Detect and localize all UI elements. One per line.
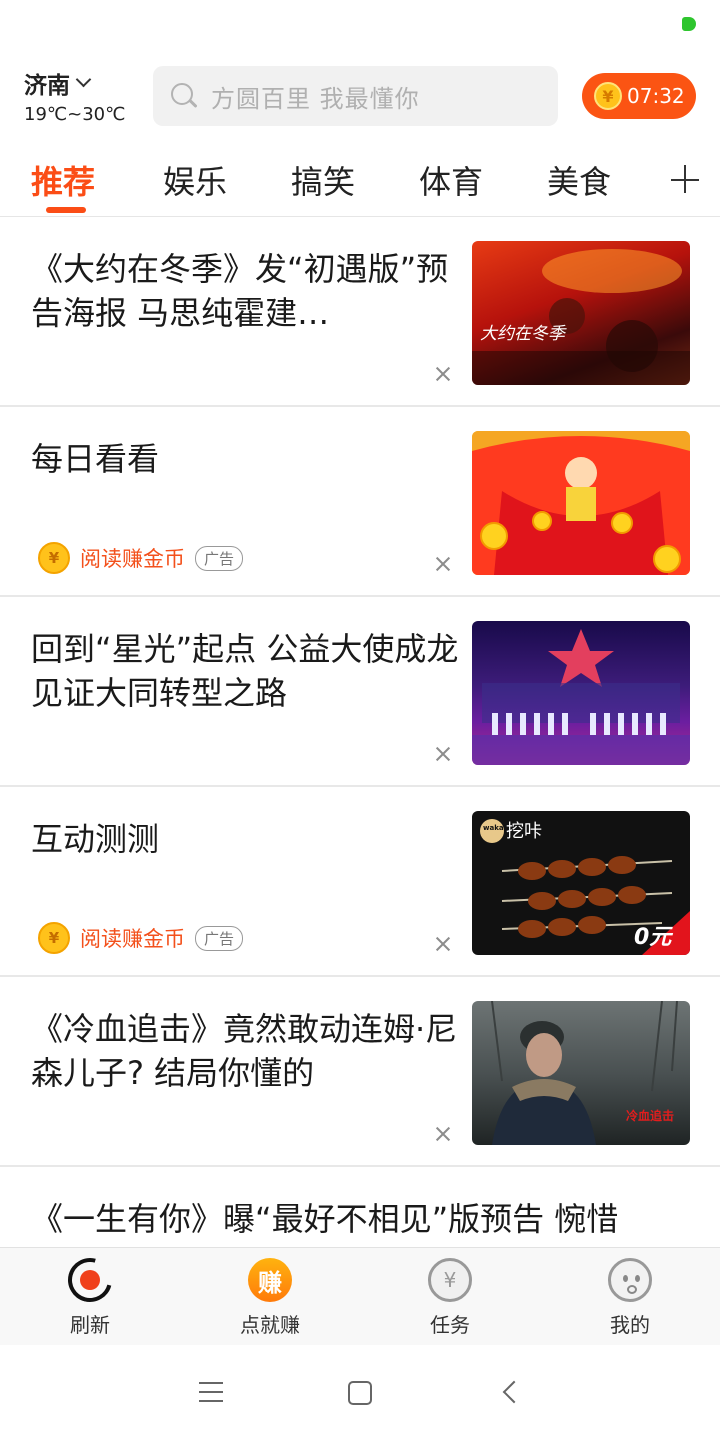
ad-title: 互动测测 [31, 820, 160, 858]
home-icon[interactable] [348, 1381, 372, 1405]
ad-reward-text: 阅读赚金币 [80, 547, 185, 571]
tab-sports[interactable]: 体育 [419, 157, 483, 203]
nav-me[interactable]: 我的 [540, 1248, 720, 1346]
tab-food[interactable]: 美食 [547, 157, 611, 203]
temperature: 19℃~30℃ [24, 104, 126, 125]
nav-label: 我的 [610, 1313, 650, 1337]
ad-badge: 广告 [195, 545, 244, 571]
chevron-down-icon [75, 71, 92, 87]
nav-refresh[interactable]: 刷新 [0, 1248, 180, 1346]
news-feed: 《大约在冬季》发“初遇版”预告海报 马思纯霍建… 大约在冬季 每日看看 ¥ 阅读… [0, 217, 720, 1247]
search-placeholder: 方圆百里 我最懂你 [211, 84, 420, 113]
menu-icon[interactable] [199, 1382, 223, 1402]
nav-earn[interactable]: 赚 点就赚 [180, 1248, 360, 1346]
profile-face-icon [607, 1257, 653, 1303]
list-item[interactable]: 《大约在冬季》发“初遇版”预告海报 马思纯霍建… 大约在冬季 [0, 217, 720, 407]
thumbnail-brand: 挖咔 [506, 821, 542, 842]
gold-coin-icon: ¥ [38, 542, 70, 574]
coin-timer-button[interactable]: ¥ 07:32 [582, 73, 696, 119]
thumbnail-caption: 冷血追击 [626, 1109, 675, 1123]
list-item[interactable]: 《冷血追击》竟然敢动连姆·尼森儿子? 结局你懂的 冷血追击 [0, 977, 720, 1167]
tab-entertainment[interactable]: 娱乐 [163, 157, 227, 203]
nav-label: 刷新 [70, 1313, 110, 1337]
active-tab-indicator [46, 207, 86, 213]
coin-icon: ¥ [594, 82, 622, 110]
dismiss-icon[interactable] [434, 365, 452, 383]
city-selector[interactable]: 济南 [24, 66, 92, 100]
search-input[interactable]: 方圆百里 我最懂你 [153, 66, 558, 126]
bottom-navigation: 刷新 赚 点就赚 ¥ 任务 我的 [0, 1247, 720, 1345]
thumbnail-image [472, 431, 690, 575]
coin-timer: 07:32 [627, 84, 685, 108]
nav-label: 任务 [430, 1313, 470, 1337]
thumbnail-logo: waka [483, 824, 504, 832]
thumbnail-price: 0元 [634, 925, 672, 950]
task-coin-icon: ¥ [427, 1257, 473, 1303]
news-title: 《一生有你》曝“最好不相见”版预告 惋惜 [31, 1200, 619, 1238]
dismiss-icon[interactable] [434, 935, 452, 953]
thumbnail-image [472, 621, 690, 765]
ad-badge: 广告 [195, 925, 244, 951]
thumbnail-image: waka 挖咔 0元 [472, 811, 690, 955]
tab-funny[interactable]: 搞笑 [291, 157, 355, 203]
news-title: 回到“星光”起点 公益大使成龙见证大同转型之路 [31, 630, 459, 712]
category-tabs: 推荐 娱乐 搞笑 体育 美食 [0, 145, 720, 217]
thumbnail-image: 冷血追击 [472, 1001, 690, 1145]
city-name: 济南 [24, 73, 70, 99]
thumbnail-image: 大约在冬季 [472, 241, 690, 385]
ad-info: ¥ 阅读赚金币 广告 [38, 541, 244, 575]
thumbnail-caption: 大约在冬季 [480, 324, 565, 344]
dismiss-icon[interactable] [434, 745, 452, 763]
notification-dot [682, 17, 696, 31]
news-title: 《冷血追击》竟然敢动连姆·尼森儿子? 结局你懂的 [31, 1010, 458, 1092]
ad-reward-text: 阅读赚金币 [80, 927, 185, 951]
nav-tasks[interactable]: ¥ 任务 [360, 1248, 540, 1346]
dismiss-icon[interactable] [434, 555, 452, 573]
add-tab-icon[interactable] [671, 165, 701, 195]
status-bar [0, 0, 720, 50]
refresh-icon [59, 1249, 121, 1311]
system-navigation-bar [0, 1345, 720, 1440]
gold-coin-icon: ¥ [38, 922, 70, 954]
ad-info: ¥ 阅读赚金币 广告 [38, 921, 244, 955]
back-icon[interactable] [502, 1380, 526, 1404]
tab-recommend[interactable]: 推荐 [31, 157, 95, 203]
search-icon [171, 83, 198, 109]
list-item[interactable]: 《一生有你》曝“最好不相见”版预告 惋惜 [0, 1167, 720, 1247]
list-item[interactable]: 回到“星光”起点 公益大使成龙见证大同转型之路 [0, 597, 720, 787]
nav-label: 点就赚 [240, 1313, 300, 1337]
header: 济南 19℃~30℃ 方圆百里 我最懂你 ¥ 07:32 [0, 50, 720, 145]
earn-icon: 赚 [247, 1257, 293, 1303]
list-item[interactable]: 互动测测 ¥ 阅读赚金币 广告 waka 挖咔 0元 [0, 787, 720, 977]
dismiss-icon[interactable] [434, 1125, 452, 1143]
ad-title: 每日看看 [31, 440, 160, 478]
news-title: 《大约在冬季》发“初遇版”预告海报 马思纯霍建… [31, 250, 449, 332]
list-item[interactable]: 每日看看 ¥ 阅读赚金币 广告 [0, 407, 720, 597]
